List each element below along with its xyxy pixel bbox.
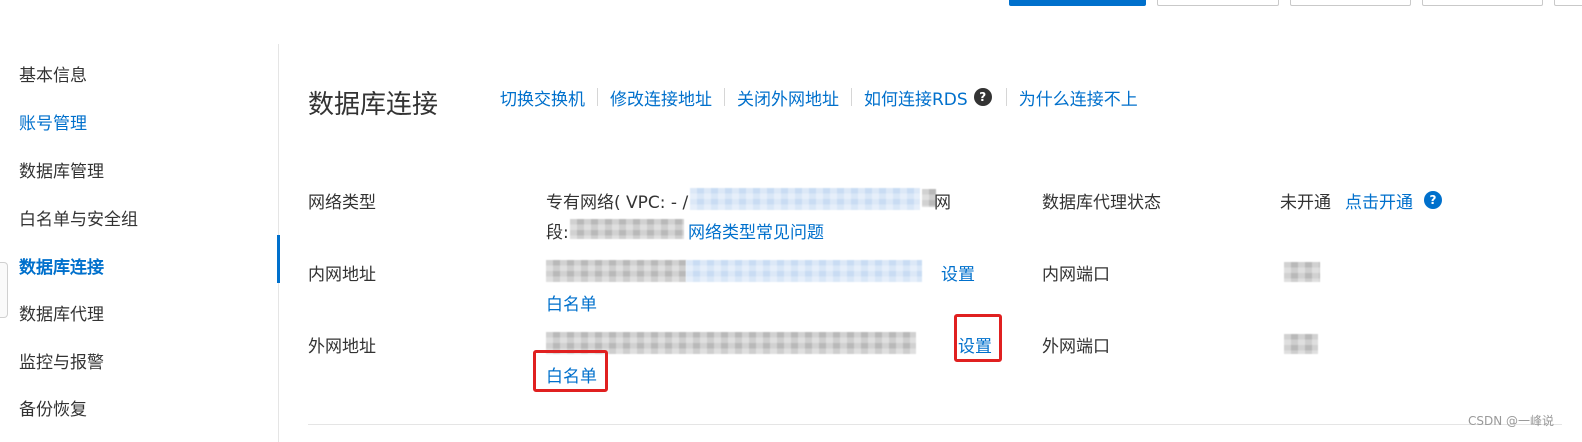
sidebar-nav — [0, 44, 280, 442]
redacted-public-port — [1284, 334, 1318, 354]
action-button-5[interactable] — [1554, 0, 1582, 6]
divider — [724, 88, 725, 106]
active-indicator — [277, 235, 280, 283]
divider — [1005, 88, 1007, 106]
divider — [851, 88, 852, 106]
proxy-status-label: 数据库代理状态 — [1042, 193, 1161, 213]
network-type-label: 网络类型 — [308, 193, 376, 213]
header-links: 切换交换机 修改连接地址 关闭外网地址 如何连接RDS ? 为什么连接不上 — [500, 85, 1138, 110]
network-type-value: 专有网络( VPC: - / — [546, 193, 689, 213]
redacted-segment — [570, 219, 684, 239]
network-type-tail: 网 — [934, 193, 951, 213]
proxy-help-icon[interactable]: ? — [1424, 191, 1442, 209]
action-button-4[interactable] — [1422, 0, 1543, 6]
intranet-address-label: 内网地址 — [308, 265, 376, 285]
primary-action-button[interactable] — [1009, 0, 1146, 6]
highlight-box-settings — [954, 314, 1002, 362]
help-icon[interactable]: ? — [973, 88, 992, 106]
enable-proxy-link[interactable]: 点击开通 — [1345, 188, 1413, 213]
redacted-vpc-id — [690, 188, 920, 210]
redacted-intranet-address — [546, 260, 686, 282]
network-segment-label: 段: — [546, 223, 569, 243]
sidebar-item-databases[interactable]: 数据库管理 — [19, 157, 104, 182]
how-to-connect-link[interactable]: 如何连接RDS — [864, 85, 968, 110]
sidebar-item-db-proxy[interactable]: 数据库代理 — [19, 300, 104, 325]
sidebar-item-monitoring[interactable]: 监控与报警 — [19, 348, 104, 373]
public-address-label: 外网地址 — [308, 337, 376, 357]
sidebar-item-whitelist[interactable]: 白名单与安全组 — [19, 205, 138, 230]
divider — [597, 88, 598, 106]
why-cannot-connect-link[interactable]: 为什么连接不上 — [1019, 85, 1138, 110]
public-port-label: 外网端口 — [1042, 337, 1110, 357]
intranet-whitelist-link[interactable]: 白名单 — [546, 290, 597, 315]
sidebar-item-accounts[interactable]: 账号管理 — [19, 109, 87, 134]
proxy-status-value: 未开通 — [1280, 193, 1331, 213]
sidebar-item-db-connection[interactable]: 数据库连接 — [19, 253, 104, 278]
action-button-3[interactable] — [1290, 0, 1411, 6]
close-public-address-link[interactable]: 关闭外网地址 — [737, 85, 839, 110]
intranet-settings-link[interactable]: 设置 — [941, 260, 975, 285]
redacted-intranet-address-2 — [686, 260, 922, 282]
watermark: CSDN @一峰说 — [1467, 414, 1554, 428]
collapse-handle[interactable] — [0, 262, 8, 318]
page-title: 数据库连接 — [308, 90, 439, 120]
action-button-2[interactable] — [1157, 0, 1279, 6]
redacted-intranet-port — [1284, 262, 1320, 282]
intranet-port-label: 内网端口 — [1042, 265, 1110, 285]
section-divider — [308, 424, 1562, 425]
modify-address-link[interactable]: 修改连接地址 — [610, 85, 712, 110]
network-faq-link[interactable]: 网络类型常见问题 — [688, 218, 824, 243]
highlight-box-whitelist — [533, 350, 608, 392]
sidebar-item-basic-info[interactable]: 基本信息 — [19, 61, 87, 86]
sidebar-item-backup[interactable]: 备份恢复 — [19, 395, 87, 420]
switch-vswitch-link[interactable]: 切换交换机 — [500, 85, 585, 110]
